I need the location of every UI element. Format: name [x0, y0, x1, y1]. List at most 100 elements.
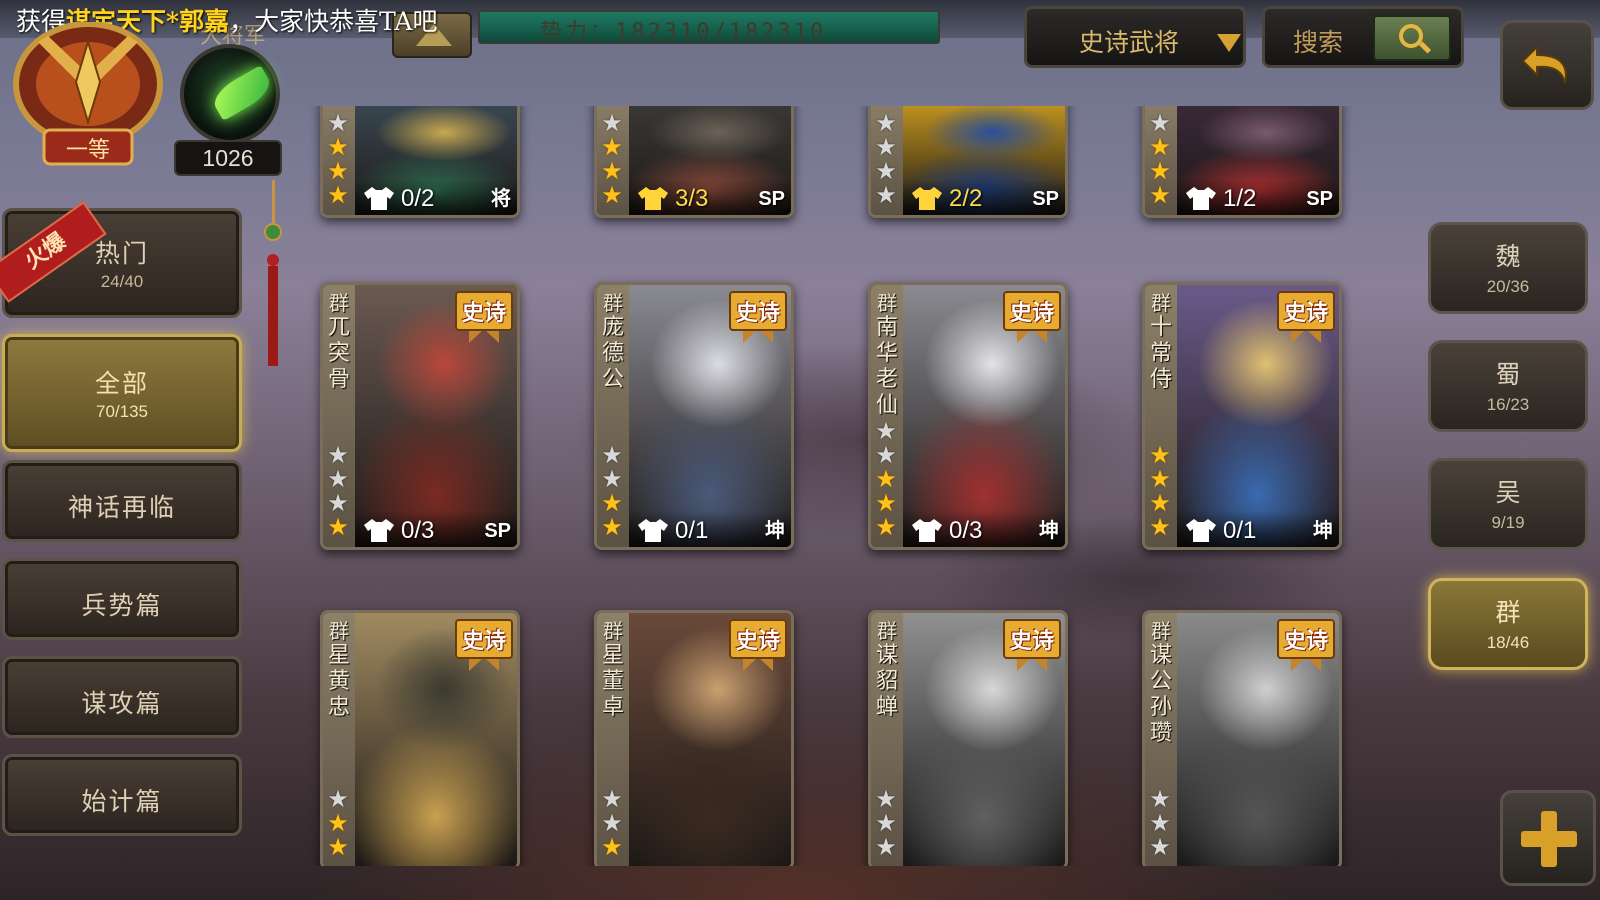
star-icon: ★: [1149, 157, 1171, 185]
star-icon: ★: [601, 465, 623, 493]
rank-emblem[interactable]: 一等: [8, 21, 168, 172]
hero-name: 谋 公 孙 瓒: [1149, 643, 1172, 746]
hero-card[interactable]: ★ ★ ★ ★ 0/2 将: [320, 106, 520, 218]
jade-currency[interactable]: 1026: [170, 44, 286, 178]
plus-icon-stem: [1541, 811, 1557, 867]
hero-shard-count: 0/2: [401, 185, 435, 212]
star-icon: ★: [327, 133, 349, 161]
hero-card[interactable]: 群十 常 侍 ★ ★ ★ ★ 0/1 坤史诗: [1142, 282, 1342, 550]
star-icon: ★: [327, 809, 349, 837]
hero-stars: ★ ★ ★ ★: [874, 111, 900, 207]
tassel-decoration: [264, 180, 282, 366]
hero-card[interactable]: 群谋 公 孙 瓒 ★ ★ ★ 史诗: [1142, 610, 1342, 866]
hero-card[interactable]: 群星 董 卓 ★ ★ ★ 史诗: [594, 610, 794, 866]
epic-rarity-tag: 史诗: [455, 285, 513, 351]
epic-rarity-tag: 史诗: [455, 613, 513, 679]
star-icon: ★: [1149, 181, 1171, 209]
hero-stars: ★ ★ ★: [1148, 787, 1174, 859]
epic-tag-text: 史诗: [1283, 300, 1328, 326]
hero-faction: 群: [603, 619, 623, 643]
star-icon: ★: [327, 489, 349, 517]
hero-stars: ★ ★ ★ ★: [1148, 111, 1174, 207]
category-item[interactable]: 神话再临: [2, 460, 242, 542]
star-icon: ★: [1149, 489, 1171, 517]
star-icon: ★: [327, 785, 349, 813]
star-icon: ★: [1149, 109, 1171, 137]
hero-shard-count: 0/3: [949, 517, 983, 544]
category-item[interactable]: 全部 70/135: [2, 334, 242, 452]
faction-count: 9/19: [1491, 513, 1525, 532]
hero-grid[interactable]: ★ ★ ★ ★ 0/2 将 ★ ★ ★ ★ 3/3 SP ★ ★ ★ ★ 2/2 SP ★ ★ ★ ★ 1/2 SP 群兀 突 …: [300, 106, 1400, 866]
epic-rarity-tag: 史诗: [1003, 613, 1061, 679]
category-item[interactable]: 兵势篇: [2, 558, 242, 640]
faction-tab[interactable]: 蜀 16/23: [1428, 340, 1588, 432]
hero-stars: ★ ★ ★ ★: [1148, 443, 1174, 539]
star-icon: ★: [875, 513, 897, 541]
category-item[interactable]: 始计篇: [2, 754, 242, 836]
hero-name: 谋 貂 蝉: [875, 643, 898, 720]
search-label: 搜索: [1293, 28, 1344, 57]
hero-card[interactable]: 群星 黄 忠 ★ ★ ★ 史诗: [320, 610, 520, 866]
hero-name: 南 华 老 仙: [875, 315, 898, 418]
hero-stars: ★ ★ ★ ★: [600, 443, 626, 539]
back-button[interactable]: [1500, 20, 1594, 110]
faction-tab[interactable]: 吴 9/19: [1428, 458, 1588, 550]
star-icon: ★: [327, 465, 349, 493]
search-box[interactable]: 搜索: [1262, 6, 1464, 68]
hero-stars: ★ ★ ★: [326, 787, 352, 859]
hero-type-badge: 坤: [1039, 520, 1059, 542]
hero-card[interactable]: ★ ★ ★ ★ 2/2 SP: [868, 106, 1068, 218]
epic-tag-ribbon: [1291, 329, 1321, 343]
epic-tag-text: 史诗: [461, 300, 506, 326]
rarity-filter-dropdown[interactable]: 史诗武将: [1024, 6, 1246, 68]
epic-tag-ribbon: [1017, 657, 1047, 671]
star-icon: ★: [875, 785, 897, 813]
star-icon: ★: [327, 441, 349, 469]
hero-shard-count: 3/3: [675, 185, 709, 212]
faction-name: 蜀: [1495, 360, 1521, 389]
hero-stars: ★ ★ ★: [874, 787, 900, 859]
hero-stars: ★ ★ ★: [600, 787, 626, 859]
epic-tag-ribbon: [1017, 329, 1047, 343]
star-icon: ★: [327, 513, 349, 541]
hero-name: 星 董 卓: [601, 643, 624, 720]
star-icon: ★: [601, 133, 623, 161]
hero-type-badge: SP: [1306, 188, 1333, 210]
hero-name: 星 黄 忠: [327, 643, 350, 720]
outfit-icon: [912, 519, 942, 542]
faction-tab[interactable]: 魏 20/36: [1428, 222, 1588, 314]
back-arrow-icon: [1521, 44, 1567, 84]
faction-name: 吴: [1495, 478, 1521, 507]
epic-tag-ribbon: [469, 657, 499, 671]
hero-name: 兀 突 骨: [327, 315, 350, 392]
star-icon: ★: [875, 109, 897, 137]
epic-tag-ribbon: [1291, 657, 1321, 671]
hero-card[interactable]: ★ ★ ★ ★ 3/3 SP: [594, 106, 794, 218]
faction-tab[interactable]: 群 18/46: [1428, 578, 1588, 670]
hero-card[interactable]: 群庞 德 公 ★ ★ ★ ★ 0/1 坤史诗: [594, 282, 794, 550]
hero-card[interactable]: 群谋 貂 蝉 ★ ★ ★ 史诗: [868, 610, 1068, 866]
hero-faction: 群: [1151, 619, 1171, 643]
hero-card[interactable]: ★ ★ ★ ★ 1/2 SP: [1142, 106, 1342, 218]
star-icon: ★: [875, 833, 897, 861]
add-button[interactable]: [1500, 790, 1596, 886]
epic-rarity-tag: 史诗: [1277, 613, 1335, 679]
hero-card[interactable]: 群南 华 老 仙 ★ ★ ★ ★ ★ 0/3 坤史诗: [868, 282, 1068, 550]
hero-faction: 群: [329, 291, 349, 315]
marquee-suffix: ，大家快恭喜TA吧: [229, 7, 438, 36]
hero-faction: 群: [1151, 291, 1171, 315]
star-icon: ★: [601, 181, 623, 209]
hero-card[interactable]: 群兀 突 骨 ★ ★ ★ ★ 0/3 SP 史诗: [320, 282, 520, 550]
outfit-icon: [638, 519, 668, 542]
category-label: 谋攻篇: [81, 689, 163, 718]
star-icon: ★: [601, 833, 623, 861]
hero-type-badge: SP: [484, 520, 511, 542]
star-icon: ★: [1149, 833, 1171, 861]
star-icon: ★: [601, 513, 623, 541]
chevron-down-icon: [1217, 34, 1241, 52]
epic-tag-ribbon: [743, 329, 773, 343]
outfit-icon: [364, 187, 394, 210]
search-button[interactable]: [1373, 15, 1451, 61]
category-item[interactable]: 谋攻篇: [2, 656, 242, 738]
star-icon: ★: [601, 441, 623, 469]
